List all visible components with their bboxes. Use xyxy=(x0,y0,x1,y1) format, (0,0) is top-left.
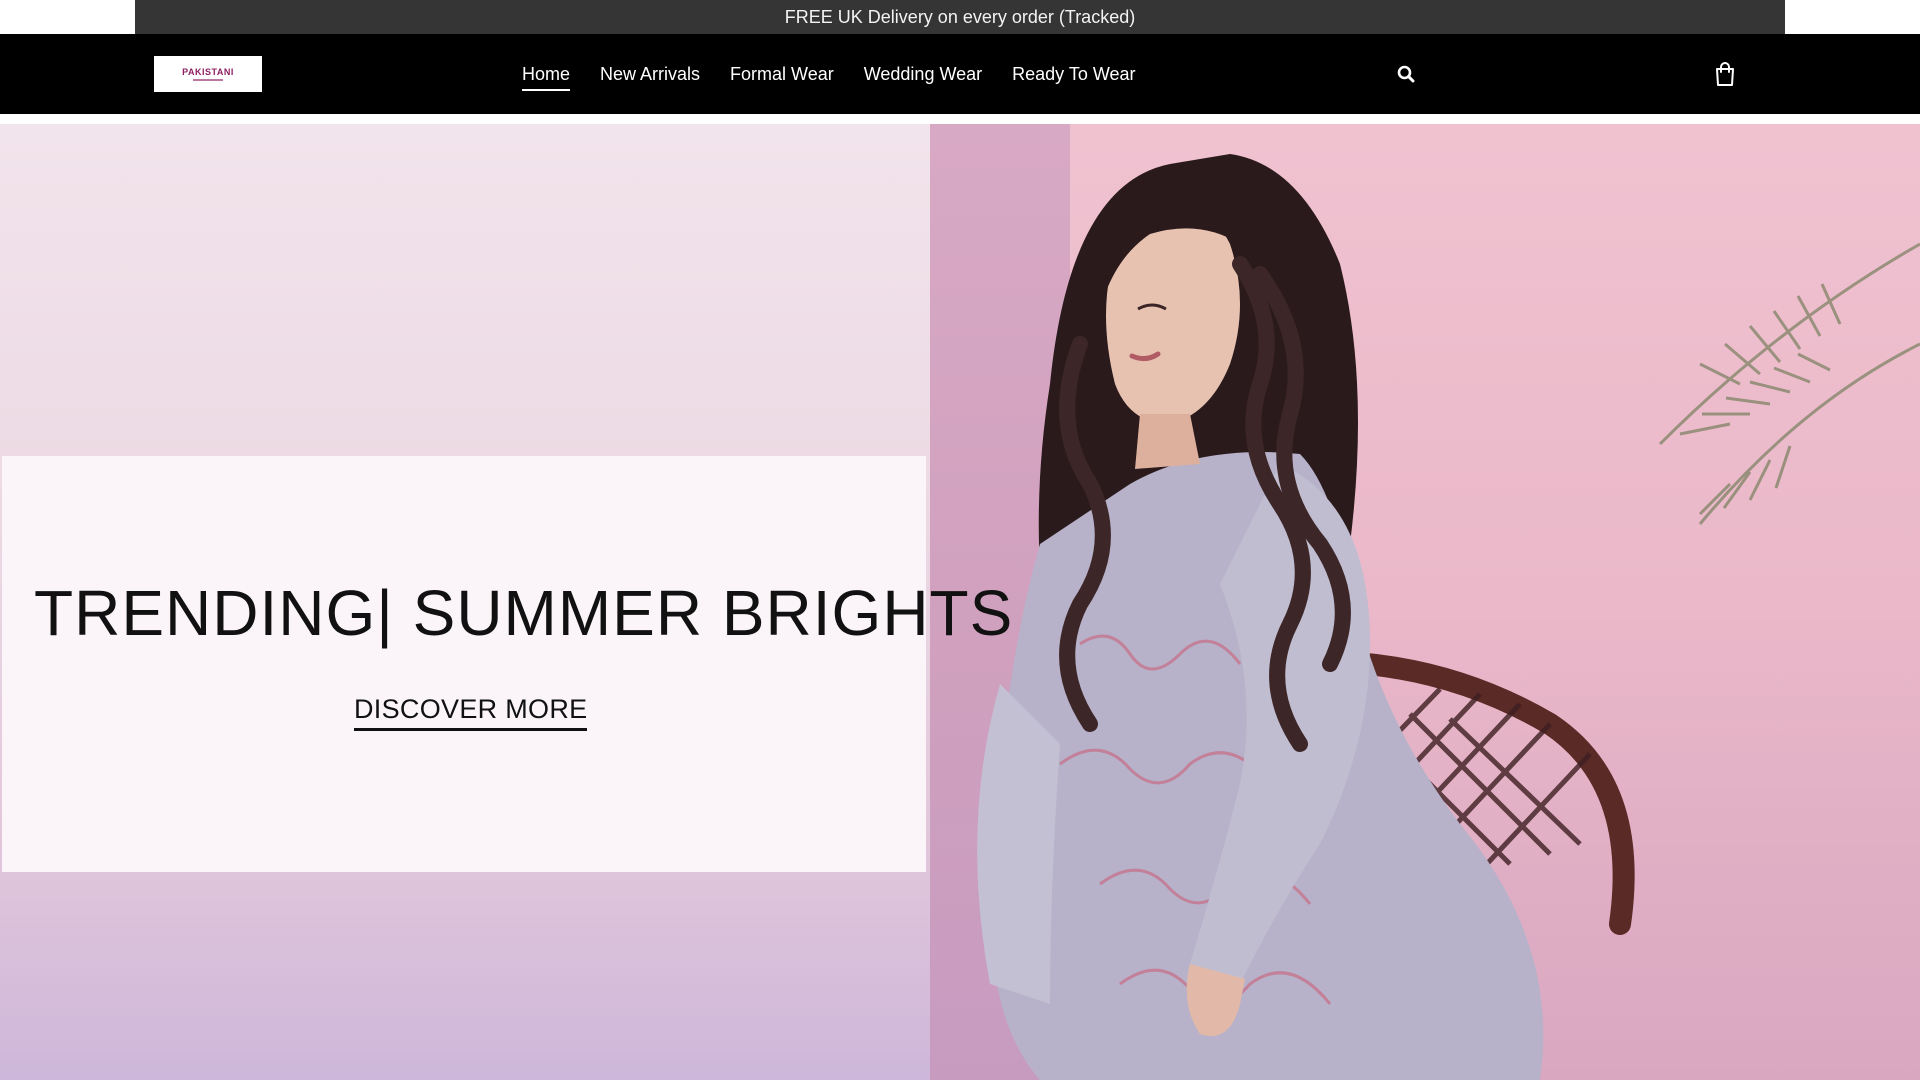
logo-text: PAKISTANI xyxy=(182,66,234,77)
discover-more-link[interactable]: DISCOVER MORE xyxy=(354,694,588,731)
nav-ready-to-wear[interactable]: Ready To Wear xyxy=(1012,60,1135,89)
hero-model-image xyxy=(977,154,1920,1080)
cart-button[interactable] xyxy=(1714,61,1736,87)
nav-formal-wear[interactable]: Formal Wear xyxy=(730,60,834,89)
search-button[interactable] xyxy=(1396,64,1416,84)
announcement-bar-wrapper: FREE UK Delivery on every order (Tracked… xyxy=(0,0,1920,34)
shopping-bag-icon xyxy=(1716,62,1734,86)
site-logo[interactable]: PAKISTANI xyxy=(154,56,262,92)
logo-underline xyxy=(193,78,223,81)
main-nav: Home New Arrivals Formal Wear Wedding We… xyxy=(522,34,1136,114)
announcement-bar: FREE UK Delivery on every order (Tracked… xyxy=(135,0,1785,34)
announcement-text: FREE UK Delivery on every order (Tracked… xyxy=(784,6,1136,27)
nav-home[interactable]: Home xyxy=(522,60,571,91)
hero-banner[interactable]: TRENDING| SUMMER BRIGHTS DISCOVER MORE xyxy=(0,124,1920,1080)
search-icon xyxy=(1397,65,1415,83)
nav-wedding-wear[interactable]: Wedding Wear xyxy=(864,60,982,89)
nav-new-arrivals[interactable]: New Arrivals xyxy=(600,60,700,89)
promo-panel xyxy=(2,456,926,872)
hero-title: TRENDING| SUMMER BRIGHTS xyxy=(34,577,1014,649)
site-header: PAKISTANI Home New Arrivals Formal Wear … xyxy=(0,34,1920,114)
header-spacer xyxy=(0,114,1920,124)
